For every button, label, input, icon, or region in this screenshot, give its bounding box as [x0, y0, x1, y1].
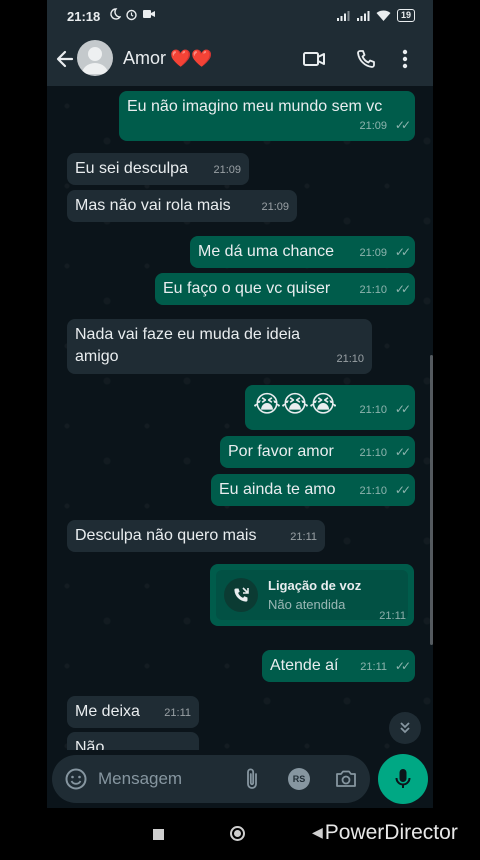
message-text: Eu faço o que vc quiser: [163, 280, 331, 297]
more-options-icon[interactable]: [402, 48, 408, 70]
message-time: 21:10: [336, 353, 364, 365]
message-text: Mas não vai rola mais: [75, 197, 231, 214]
message-bubble[interactable]: Nada vai faze eu muda de ideia amigo 21:…: [67, 319, 372, 374]
read-ticks-icon: ✓✓: [394, 659, 411, 673]
message-time: 21:11: [164, 707, 191, 719]
message-bubble[interactable]: Atende aí 21:11 ✓✓: [262, 650, 415, 682]
message-input[interactable]: Mensagem RS: [52, 755, 370, 803]
payment-icon[interactable]: RS: [288, 768, 310, 790]
message-text: Desculpa não quero mais: [75, 527, 257, 544]
battery-icon: 19: [396, 9, 415, 22]
message-text: Nada vai faze eu muda de ideia amigo: [75, 326, 301, 365]
message-bubble[interactable]: Eu faço o que vc quiser 21:10 ✓✓: [155, 273, 415, 305]
read-ticks-icon: ✓✓: [394, 445, 411, 459]
message-time: 21:10: [359, 485, 387, 497]
message-time: 21:09: [213, 164, 241, 176]
signal-2-icon: [356, 11, 370, 21]
message-bubble[interactable]: Eu não imagino meu mundo sem vc 21:09 ✓✓: [119, 91, 415, 141]
message-text: Eu sei desculpa: [75, 160, 188, 177]
watermark: ◀PowerDirector: [312, 821, 458, 845]
back-triangle-icon[interactable]: ◀: [312, 824, 323, 840]
composer-bar: Mensagem RS: [47, 750, 433, 808]
message-text: Por favor amor: [228, 443, 334, 460]
message-text: 😭😭😭: [253, 391, 338, 418]
read-ticks-icon: ✓✓: [394, 118, 411, 132]
scroll-to-bottom-button[interactable]: [389, 712, 421, 744]
message-bubble[interactable]: Me dá uma chance 21:09 ✓✓: [190, 236, 415, 268]
chat-header: Amor ❤️❤️: [47, 34, 433, 86]
double-chevron-down-icon: [400, 722, 410, 734]
video-call-icon[interactable]: [302, 48, 326, 70]
message-bubble[interactable]: Desculpa não quero mais 21:11: [67, 520, 325, 552]
message-text: Atende aí: [270, 657, 339, 674]
message-bubble[interactable]: Me deixa 21:11: [67, 696, 199, 728]
status-icons-left: [109, 8, 156, 21]
status-icons-right: 19: [336, 9, 415, 22]
message-text: Me dá uma chance: [198, 243, 335, 260]
status-time: 21:18: [67, 9, 101, 24]
attach-icon[interactable]: [242, 767, 262, 791]
phone-arrow-icon: [234, 587, 249, 602]
read-ticks-icon: ✓✓: [394, 245, 411, 259]
message-time: 21:09: [359, 247, 387, 259]
camera-icon[interactable]: [334, 767, 358, 791]
call-status: Não atendida: [268, 597, 346, 612]
message-time: 21:09: [261, 201, 289, 213]
message-time: 21:09: [359, 120, 387, 132]
watermark-text: PowerDirector: [324, 821, 458, 844]
message-text: Eu ainda te amo: [219, 481, 336, 498]
wifi-icon: [376, 9, 391, 21]
status-bar: 21:18 19: [47, 0, 433, 34]
message-time: 21:10: [359, 404, 387, 416]
message-bubble[interactable]: Eu sei desculpa 21:09: [67, 153, 249, 185]
contact-emoji: ❤️❤️: [170, 49, 213, 68]
contact-name-text: Amor: [123, 48, 167, 68]
voice-call-card[interactable]: Ligação de voz Não atendida 21:11: [210, 564, 414, 626]
alarm-icon: [126, 9, 137, 21]
contact-name[interactable]: Amor ❤️❤️: [123, 48, 212, 69]
message-placeholder: Mensagem: [98, 769, 183, 788]
emoji-icon[interactable]: [64, 767, 88, 791]
message-text: Eu não imagino meu mundo sem vc: [127, 98, 383, 115]
message-bubble[interactable]: Por favor amor 21:10 ✓✓: [220, 436, 415, 468]
read-ticks-icon: ✓✓: [394, 282, 411, 296]
message-text: Me deixa: [75, 703, 140, 720]
message-bubble[interactable]: Mas não vai rola mais 21:09: [67, 190, 297, 222]
scrollbar[interactable]: [430, 355, 433, 645]
message-time: 21:10: [359, 284, 387, 296]
voice-call-icon[interactable]: [355, 48, 377, 70]
missed-call-icon: [224, 578, 258, 612]
night-mode-icon: [110, 8, 121, 20]
message-bubble[interactable]: 😭😭😭 21:10 ✓✓: [245, 385, 415, 430]
message-bubble[interactable]: Não: [67, 732, 199, 750]
message-time: 21:10: [359, 447, 387, 459]
message-list[interactable]: Eu não imagino meu mundo sem vc 21:09 ✓✓…: [47, 86, 433, 750]
message-time: 21:11: [290, 531, 317, 543]
call-time: 21:11: [379, 610, 406, 622]
message-text: Não: [75, 739, 105, 750]
mic-button[interactable]: [378, 754, 428, 804]
default-avatar-icon: [82, 47, 108, 74]
recents-button[interactable]: [153, 829, 164, 840]
avatar[interactable]: [77, 40, 113, 76]
read-ticks-icon: ✓✓: [394, 483, 411, 497]
home-button[interactable]: [230, 826, 245, 841]
video-record-icon: [143, 10, 155, 18]
signal-icon: [336, 11, 350, 21]
read-ticks-icon: ✓✓: [394, 402, 411, 416]
back-arrow-icon[interactable]: [54, 48, 76, 70]
message-time: 21:11: [360, 661, 387, 673]
call-title: Ligação de voz: [268, 578, 362, 593]
message-bubble[interactable]: Eu ainda te amo 21:10 ✓✓: [211, 474, 415, 506]
mic-icon: [395, 769, 411, 788]
phone-screen: 21:18 19 Amor ❤️❤️ Eu não imagino meu mun…: [47, 0, 433, 808]
